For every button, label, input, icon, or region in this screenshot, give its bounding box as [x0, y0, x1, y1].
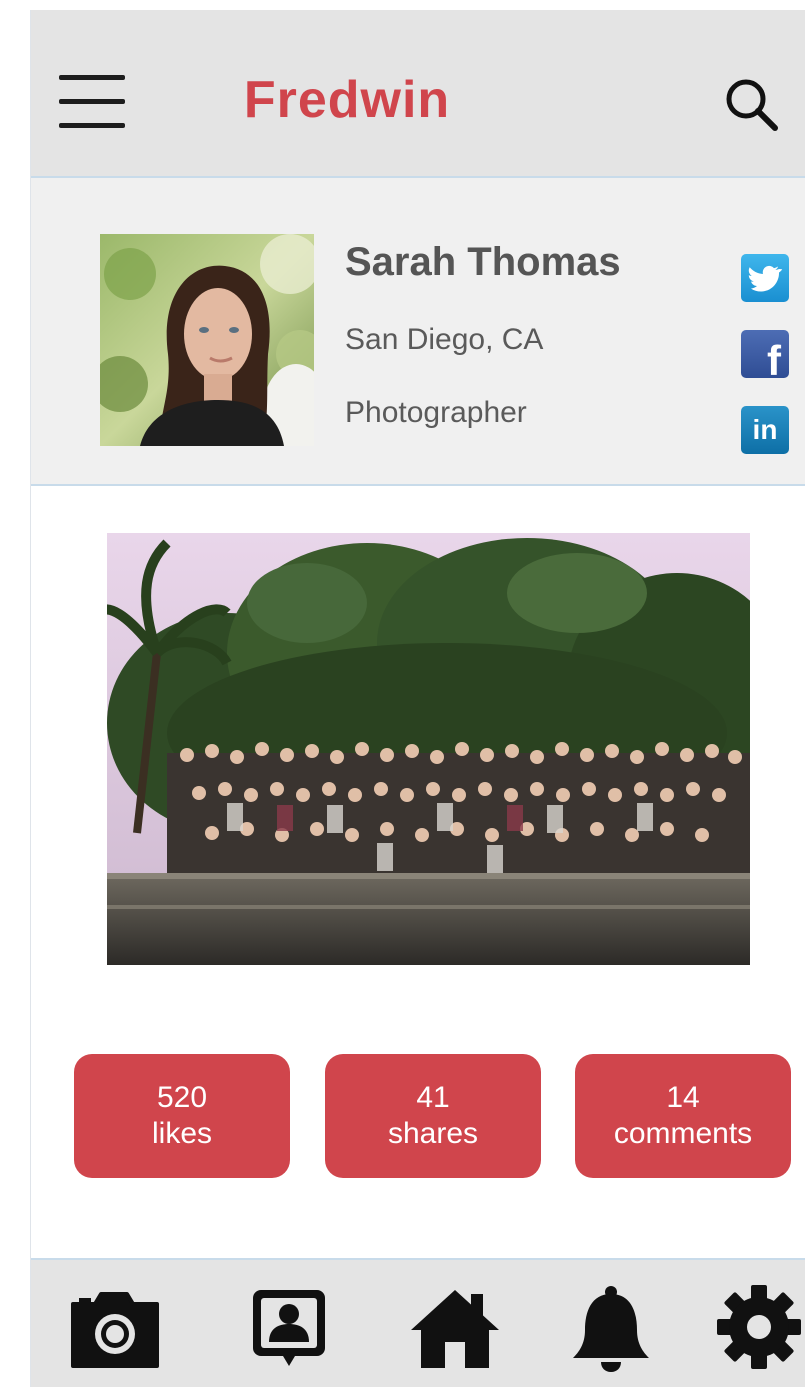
- search-icon[interactable]: [721, 74, 781, 134]
- shares-button[interactable]: 41 shares: [325, 1054, 541, 1178]
- likes-label: likes: [151, 1117, 212, 1150]
- profile-location: San Diego, CA: [345, 323, 544, 356]
- likes-count: 520: [156, 1081, 208, 1114]
- hamburger-menu-icon[interactable]: [59, 75, 125, 131]
- comments-label: comments: [613, 1117, 753, 1150]
- top-app-bar: Fredwin: [31, 10, 805, 178]
- comments-button[interactable]: 14 comments: [575, 1054, 791, 1178]
- app-screen: Fredwin Sarah Thomas San Diego, CA Photo…: [30, 10, 805, 1387]
- profile-name: Sarah Thomas: [345, 240, 621, 284]
- avatar[interactable]: [100, 234, 314, 446]
- app-title: Fredwin: [243, 71, 451, 129]
- likes-button[interactable]: 520 likes: [74, 1054, 290, 1178]
- post-photo[interactable]: [107, 533, 750, 965]
- facebook-icon[interactable]: f: [741, 330, 789, 378]
- shares-label: shares: [387, 1117, 479, 1150]
- gear-icon[interactable]: [709, 1282, 805, 1372]
- profile-card: Sarah Thomas San Diego, CA Photographer …: [31, 178, 805, 486]
- bottom-navigation: [31, 1258, 805, 1387]
- profile-icon[interactable]: [239, 1282, 339, 1372]
- camera-icon[interactable]: [65, 1282, 165, 1372]
- twitter-icon[interactable]: [741, 254, 789, 302]
- home-icon[interactable]: [405, 1282, 505, 1372]
- shares-count: 41: [416, 1081, 450, 1114]
- comments-count: 14: [666, 1081, 700, 1114]
- linkedin-icon[interactable]: in: [741, 406, 789, 454]
- profile-occupation: Photographer: [345, 396, 527, 429]
- bell-icon[interactable]: [561, 1282, 661, 1372]
